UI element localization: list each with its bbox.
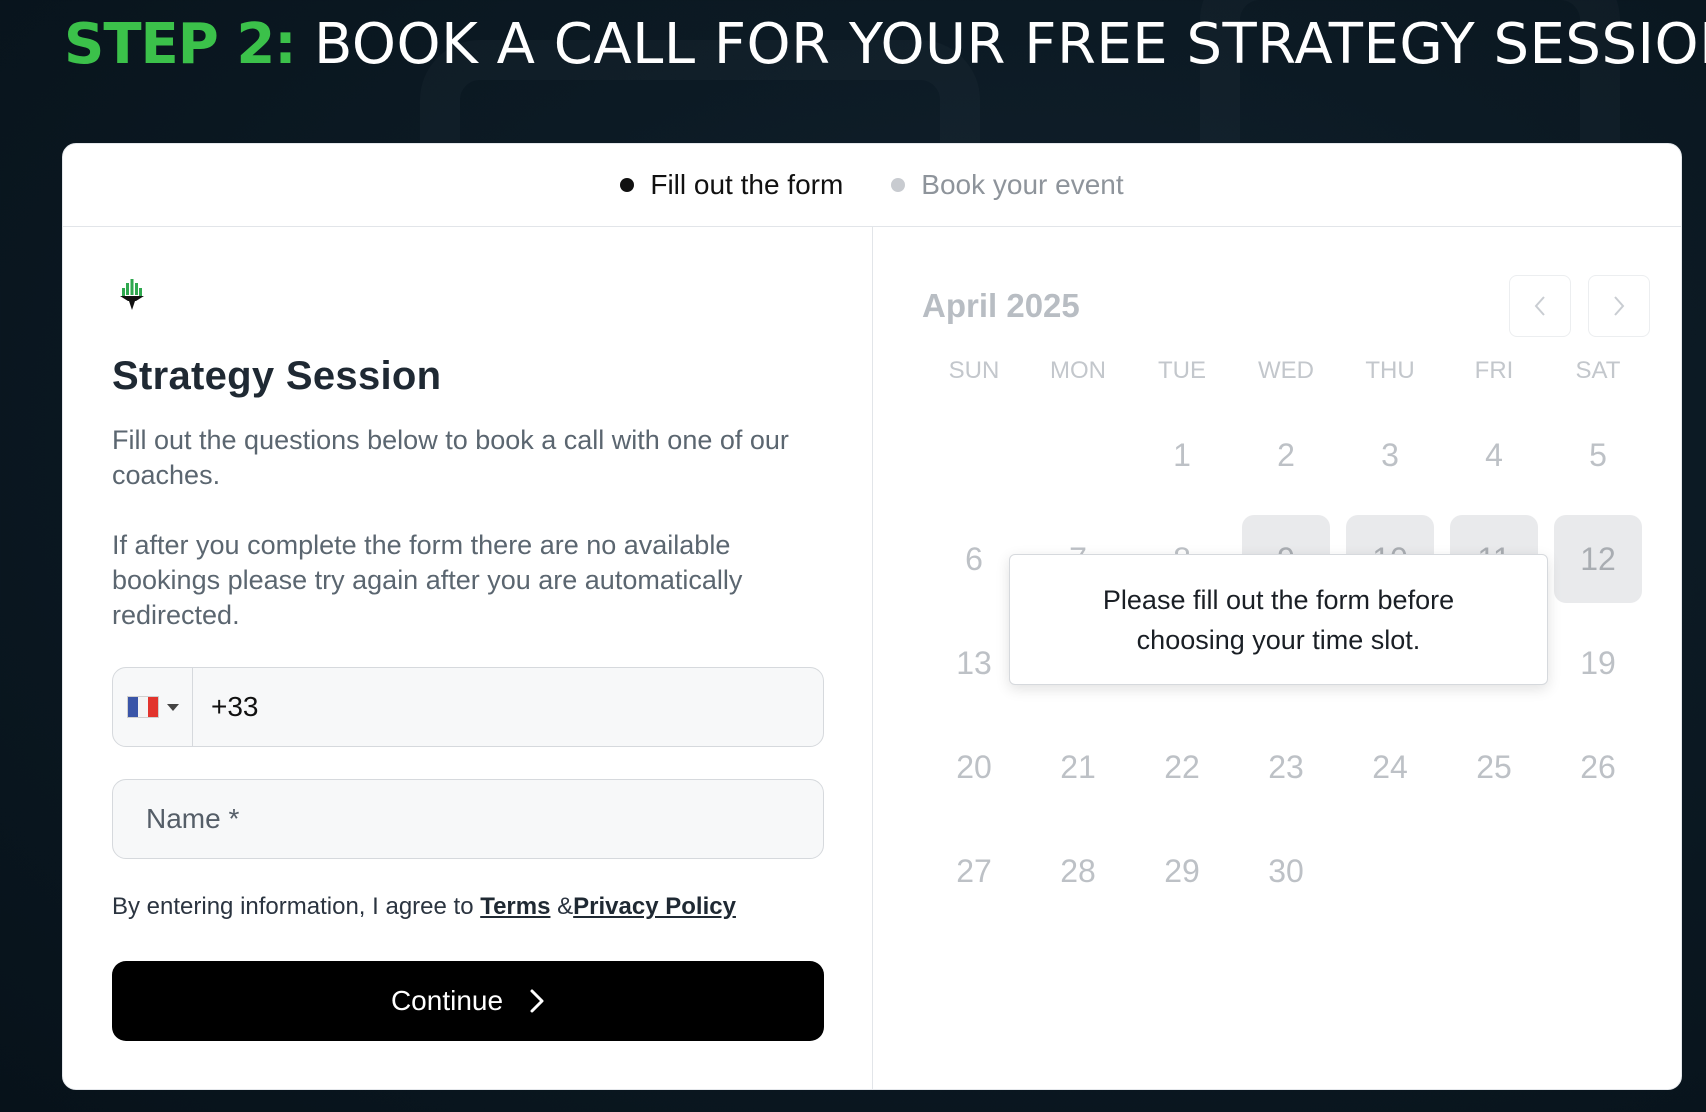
calendar-empty-cell: [1034, 411, 1122, 499]
legal-prefix: By entering information, I agree to: [112, 893, 481, 920]
brand-logo-icon: [120, 279, 144, 310]
weekday-label: FRI: [1474, 357, 1514, 384]
calendar-day[interactable]: 4: [1450, 411, 1538, 499]
calendar-day[interactable]: 27: [930, 827, 1018, 915]
step-label: Book your event: [921, 169, 1124, 200]
calendar-day[interactable]: 13: [930, 619, 1018, 707]
terms-link[interactable]: Terms: [480, 893, 550, 920]
weekday-label: THU: [1365, 357, 1415, 384]
calendar-empty-cell: [1554, 827, 1642, 915]
calendar-day[interactable]: 1: [1138, 411, 1226, 499]
weekday-label: MON: [1050, 357, 1106, 384]
fill-form-tooltip: Please fill out the form before choosing…: [1009, 554, 1548, 685]
session-description: Fill out the questions below to book a c…: [112, 423, 823, 633]
active-step-dot-icon: [620, 178, 635, 192]
calendar-day[interactable]: 2: [1242, 411, 1330, 499]
weekday-label: SAT: [1575, 357, 1621, 384]
form-pane: Strategy Session Fill out the questions …: [63, 227, 873, 1089]
chevron-right-icon: [1614, 296, 1625, 316]
calendar-pane: April 2025 SUN MON TUE WED THU FRI SAT 1234: [873, 227, 1681, 1089]
tooltip-text: Please fill out the form before choosing…: [1102, 584, 1455, 655]
weekday-label: SUN: [948, 357, 1000, 384]
calendar-day[interactable]: 24: [1346, 723, 1434, 811]
progress-steps: Fill out the form Book your event: [63, 144, 1681, 227]
calendar-day[interactable]: 30: [1242, 827, 1330, 915]
next-month-button[interactable]: [1588, 275, 1650, 337]
phone-field: +33: [112, 667, 824, 747]
calendar-day[interactable]: 25: [1450, 723, 1538, 811]
weekday-label: WED: [1258, 357, 1314, 384]
caret-down-icon: [166, 703, 179, 711]
calendar-month: April 2025: [922, 287, 1080, 324]
country-code-select[interactable]: [113, 668, 193, 746]
calendar-empty-cell: [1346, 827, 1434, 915]
calendar-day[interactable]: 21: [1034, 723, 1122, 811]
booking-card: Fill out the form Book your event Strate…: [62, 143, 1682, 1090]
name-placeholder: Name *: [146, 803, 240, 834]
calendar-empty-cell: [930, 411, 1018, 499]
page-headline: STEP 2: BOOK A CALL FOR YOUR FREE STRATE…: [64, 12, 1706, 78]
headline-step-label: STEP 2:: [64, 12, 297, 77]
calendar-day[interactable]: 28: [1034, 827, 1122, 915]
calendar-day[interactable]: 3: [1346, 411, 1434, 499]
calendar-day[interactable]: 29: [1138, 827, 1226, 915]
continue-label: Continue: [390, 985, 504, 1016]
step-fill-form: Fill out the form: [620, 169, 843, 201]
calendar-day[interactable]: 22: [1138, 723, 1226, 811]
phone-input[interactable]: +33: [193, 691, 259, 723]
session-title: Strategy Session: [112, 354, 442, 398]
chevron-left-icon: [1534, 296, 1545, 316]
description-paragraph: If after you complete the form there are…: [112, 530, 743, 630]
legal-ampersand: &: [557, 893, 574, 920]
inactive-step-dot-icon: [891, 178, 906, 192]
step-book-event: Book your event: [891, 169, 1124, 201]
step-label: Fill out the form: [650, 169, 844, 200]
privacy-policy-link[interactable]: Privacy Policy: [573, 893, 736, 920]
calendar-empty-cell: [1450, 827, 1538, 915]
name-input[interactable]: Name *: [112, 779, 824, 859]
calendar-day[interactable]: 19: [1554, 619, 1642, 707]
weekday-header: SUN MON TUE WED THU FRI SAT: [922, 357, 1650, 385]
headline-title: BOOK A CALL FOR YOUR FREE STRATEGY SESSI…: [314, 12, 1706, 77]
weekday-label: TUE: [1158, 357, 1206, 384]
calendar-day[interactable]: 12: [1554, 515, 1642, 603]
france-flag-icon: [126, 696, 159, 718]
description-paragraph: Fill out the questions below to book a c…: [112, 425, 789, 490]
legal-consent-text: By entering information, I agree to Term…: [112, 893, 823, 921]
continue-button[interactable]: Continue: [112, 961, 824, 1041]
calendar-day[interactable]: 26: [1554, 723, 1642, 811]
calendar-day[interactable]: 23: [1242, 723, 1330, 811]
previous-month-button[interactable]: [1509, 275, 1571, 337]
calendar-day[interactable]: 20: [930, 723, 1018, 811]
calendar-day[interactable]: 5: [1554, 411, 1642, 499]
chevron-right-icon: [530, 989, 544, 1013]
calendar-day[interactable]: 6: [930, 515, 1018, 603]
